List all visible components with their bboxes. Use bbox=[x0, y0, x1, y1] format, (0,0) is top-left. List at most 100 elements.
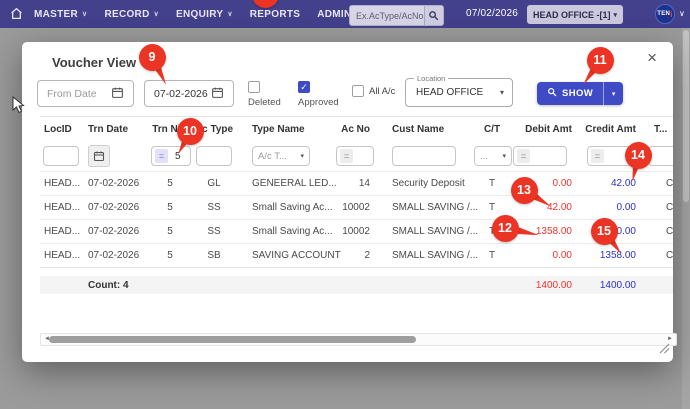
nav-item-record[interactable]: RECORD∨ bbox=[104, 9, 159, 20]
nav-item-enquiry[interactable]: ENQUIRY∨ bbox=[176, 9, 233, 20]
cell-cust_name: SMALL SAVING /... bbox=[388, 196, 472, 219]
table-row-2[interactable]: HEAD...07-02-20265SSSmall Saving Ac...10… bbox=[40, 195, 673, 219]
show-button[interactable]: SHOW bbox=[537, 82, 603, 105]
column-header-locid[interactable]: LocID bbox=[40, 117, 84, 141]
filter-cell-type_name: A/c T...▾ bbox=[236, 141, 334, 171]
nav-item-master[interactable]: MASTER∨ bbox=[34, 9, 87, 20]
table-row-1[interactable]: HEAD...07-02-20265GLGENEERAL LED...14Sec… bbox=[40, 171, 673, 195]
nav-date: 07/02/2026 bbox=[466, 8, 518, 19]
cell-ct: T bbox=[472, 220, 512, 243]
approved-checkbox[interactable]: ✓ bbox=[298, 81, 310, 93]
table-row-4[interactable]: HEAD...07-02-20265SBSAVING ACCOUNT2SMALL… bbox=[40, 243, 673, 267]
all-ac-checkbox[interactable] bbox=[352, 85, 364, 97]
table-footer-row: Count: 41400.001400.00 bbox=[40, 276, 673, 294]
screen: MASTER∨RECORD∨ENQUIRY∨REPORTSADMIN∨SHARE… bbox=[0, 0, 690, 409]
equals-operator-chip[interactable]: = bbox=[340, 149, 353, 163]
deleted-checkbox[interactable] bbox=[248, 81, 260, 93]
deleted-checkbox-group: Deleted bbox=[248, 81, 281, 108]
table-body: HEAD...07-02-20265GLGENEERAL LED...14Sec… bbox=[40, 171, 673, 268]
chevron-down-icon: ▾ bbox=[613, 11, 617, 19]
resize-handle-icon[interactable] bbox=[658, 341, 670, 359]
column-header-ac_type[interactable]: Ac Type bbox=[192, 117, 236, 141]
office-selector[interactable]: HEAD OFFICE -[1] ▾ bbox=[527, 5, 623, 24]
table-row-3[interactable]: HEAD...07-02-20265SSSmall Saving Ac...10… bbox=[40, 219, 673, 243]
column-header-credit[interactable]: Credit Amt bbox=[580, 117, 644, 141]
column-header-type_name[interactable]: Type Name bbox=[236, 117, 334, 141]
column-header-ac_no[interactable]: Ac No bbox=[334, 117, 388, 141]
equals-operator-chip[interactable]: = bbox=[517, 149, 530, 163]
cell-trn_date: 07-02-2026 bbox=[84, 172, 148, 195]
column-header-debit[interactable]: Debit Amt bbox=[512, 117, 580, 141]
filter-calendar-icon[interactable] bbox=[88, 145, 110, 167]
all-ac-label: All A/c bbox=[369, 86, 395, 97]
footer-cell bbox=[236, 276, 334, 294]
show-dropdown-button[interactable]: ▾ bbox=[603, 82, 623, 105]
chevron-down-icon: ▾ bbox=[300, 152, 304, 160]
column-header-cust_name[interactable]: Cust Name bbox=[388, 117, 472, 141]
column-header-t[interactable]: T... bbox=[644, 117, 673, 141]
chevron-down-icon: ∨ bbox=[82, 10, 87, 18]
filter-input-debit[interactable]: = bbox=[513, 146, 567, 166]
footer-count: Count: 4 bbox=[84, 276, 148, 294]
close-icon[interactable]: × bbox=[647, 49, 657, 66]
filter-input-t[interactable] bbox=[648, 146, 673, 166]
footer-cell bbox=[192, 276, 236, 294]
cell-trn_date: 07-02-2026 bbox=[84, 196, 148, 219]
footer-cell bbox=[40, 276, 84, 294]
cell-locid: HEAD... bbox=[40, 244, 84, 267]
table-header-row: LocIDTrn DateTrn NbrAc TypeType NameAc N… bbox=[40, 117, 673, 141]
calendar-icon[interactable] bbox=[211, 86, 224, 102]
equals-operator-chip[interactable]: = bbox=[155, 149, 168, 163]
column-header-ct[interactable]: C/T bbox=[472, 117, 512, 141]
deleted-label: Deleted bbox=[248, 97, 281, 108]
calendar-icon[interactable] bbox=[111, 86, 124, 102]
filter-select-type_name[interactable]: A/c T...▾ bbox=[252, 146, 310, 166]
chevron-down-icon: ▾ bbox=[500, 88, 504, 97]
equals-operator-chip[interactable]: = bbox=[591, 149, 604, 163]
page-scrollbar[interactable] bbox=[682, 28, 690, 409]
table-filter-row: =5 A/c T...▾ = ...▾ = = bbox=[40, 141, 673, 171]
cell-credit: 0.00 bbox=[580, 220, 644, 243]
search-input[interactable]: Ex.AcType/AcNo bbox=[349, 5, 444, 26]
approved-checkbox-group: ✓ Approved bbox=[298, 81, 339, 108]
filter-input-trn_nbr[interactable]: =5 bbox=[151, 146, 191, 166]
cell-type_name: Small Saving Ac... bbox=[236, 196, 334, 219]
user-menu-caret-icon[interactable]: ∨ bbox=[679, 9, 685, 18]
cell-cust_name: SMALL SAVING /... bbox=[388, 244, 472, 267]
cell-ac_no: 2 bbox=[334, 244, 388, 267]
filter-input-cust_name[interactable] bbox=[392, 146, 456, 166]
location-select[interactable]: Location HEAD OFFICE ▾ bbox=[405, 78, 513, 107]
dialog-title: Voucher View bbox=[52, 55, 136, 70]
filter-input-credit[interactable]: = bbox=[587, 146, 639, 166]
footer-cell bbox=[644, 276, 673, 294]
from-date-input[interactable]: From Date bbox=[37, 80, 134, 107]
page-scrollbar-thumb[interactable] bbox=[683, 30, 689, 202]
footer-cell bbox=[388, 276, 472, 294]
voucher-view-dialog: Voucher View × From Date 07-02-2026 Dele… bbox=[22, 42, 673, 362]
cell-debit: 42.00 bbox=[512, 196, 580, 219]
filter-input-locid[interactable] bbox=[43, 146, 79, 166]
filter-select-ct[interactable]: ...▾ bbox=[474, 146, 512, 166]
cell-t: C... bbox=[644, 220, 673, 243]
filter-input-ac_type[interactable] bbox=[196, 146, 232, 166]
column-header-trn_nbr[interactable]: Trn Nbr bbox=[148, 117, 192, 141]
filter-input-ac_no[interactable]: = bbox=[336, 146, 374, 166]
location-label: Location bbox=[414, 74, 448, 83]
column-header-trn_date[interactable]: Trn Date bbox=[84, 117, 148, 141]
approved-label: Approved bbox=[298, 97, 339, 108]
search-icon bbox=[547, 87, 557, 100]
to-date-input[interactable]: 07-02-2026 bbox=[144, 80, 234, 107]
cell-cust_name: Security Deposit bbox=[388, 172, 472, 195]
app-logo[interactable]: TENi bbox=[655, 4, 675, 24]
cell-ct: T bbox=[472, 172, 512, 195]
cell-debit: 0.00 bbox=[512, 172, 580, 195]
cell-ac_no: 10002 bbox=[334, 220, 388, 243]
home-icon[interactable] bbox=[10, 7, 23, 25]
nav-item-reports[interactable]: REPORTS bbox=[250, 9, 300, 20]
search-icon[interactable] bbox=[424, 6, 443, 25]
cell-t: C... bbox=[644, 196, 673, 219]
h-scrollbar-thumb[interactable] bbox=[49, 336, 416, 343]
h-scrollbar[interactable]: ◄ ► bbox=[40, 333, 677, 346]
cell-trn_nbr: 5 bbox=[148, 220, 192, 243]
voucher-table: LocIDTrn DateTrn NbrAc TypeType NameAc N… bbox=[40, 116, 673, 294]
